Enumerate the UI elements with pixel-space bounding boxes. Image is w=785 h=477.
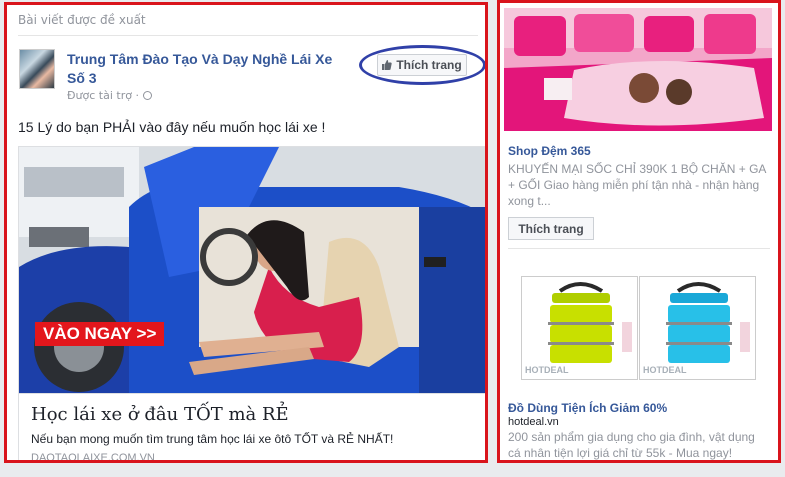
ad2-description: 200 sản phẩm gia dụng cho gia đình, vật …	[508, 430, 755, 460]
globe-icon	[142, 91, 152, 100]
ad1-like-page-button[interactable]: Thích trang	[508, 217, 594, 240]
ad-caption[interactable]: Học lái xe ở đâu TỐT mà RẺ Nếu bạn mong …	[18, 394, 485, 463]
bedding-photo	[504, 8, 772, 131]
ad1-description: KHUYẾN MẠI SỐC CHỈ 390K 1 BỘ CHĂN + GA +…	[508, 162, 766, 208]
circle-annotation: Thích trang	[359, 45, 485, 85]
header-divider	[18, 35, 478, 36]
like-page-button[interactable]: Thích trang	[377, 54, 467, 76]
ad2-product-image-lime[interactable]: HOTDEAL	[521, 276, 638, 380]
ad1-title[interactable]: Shop Đệm 365	[508, 144, 770, 158]
ad2-product-image-cyan[interactable]: HOTDEAL	[639, 276, 756, 380]
ad-photo-car	[19, 147, 485, 393]
ad2-text[interactable]: Đồ Dùng Tiện Ích Giảm 60% hotdeal.vn 200…	[508, 401, 770, 460]
right-column-ads-panel: Shop Đệm 365 KHUYẾN MẠI SỐC CHỈ 390K 1 B…	[497, 0, 781, 463]
ad1-text[interactable]: Shop Đệm 365 KHUYẾN MẠI SỐC CHỈ 390K 1 B…	[508, 144, 770, 209]
page-avatar[interactable]	[19, 49, 55, 89]
hotdeal-watermark-left: HOTDEAL	[525, 365, 569, 375]
ad-domain: DAOTAOLAIXE.COM.VN	[31, 452, 155, 463]
suggested-post-panel: Bài viết được đề xuất Trung Tâm Đào Tạo …	[4, 2, 488, 463]
hotdeal-watermark-right: HOTDEAL	[643, 365, 687, 375]
post-text: 15 Lý do bạn PHẢI vào đây nếu muốn học l…	[18, 119, 326, 135]
sponsored-text: Được tài trợ ·	[67, 89, 139, 102]
ad-description: Nếu bạn mong muốn tìm trung tâm học lái …	[31, 432, 394, 446]
ad-headline[interactable]: Học lái xe ở đâu TỐT mà RẺ	[31, 404, 289, 425]
like-button-label: Thích trang	[396, 58, 462, 72]
ad-image[interactable]: VÀO NGAY >>	[18, 146, 485, 394]
page-name-link[interactable]: Trung Tâm Đào Tạo Và Dạy Nghề Lái Xe Số …	[67, 50, 352, 88]
ad2-title[interactable]: Đồ Dùng Tiện Ích Giảm 60%	[508, 401, 770, 415]
ad2-domain: hotdeal.vn	[508, 416, 559, 428]
ads-divider	[508, 248, 770, 249]
sponsored-label: Được tài trợ ·	[67, 89, 152, 102]
section-title: Bài viết được đề xuất	[18, 13, 146, 27]
ad-cta-banner[interactable]: VÀO NGAY >>	[35, 322, 165, 346]
ad1-image[interactable]	[504, 8, 772, 131]
thumbs-up-icon	[382, 60, 392, 70]
